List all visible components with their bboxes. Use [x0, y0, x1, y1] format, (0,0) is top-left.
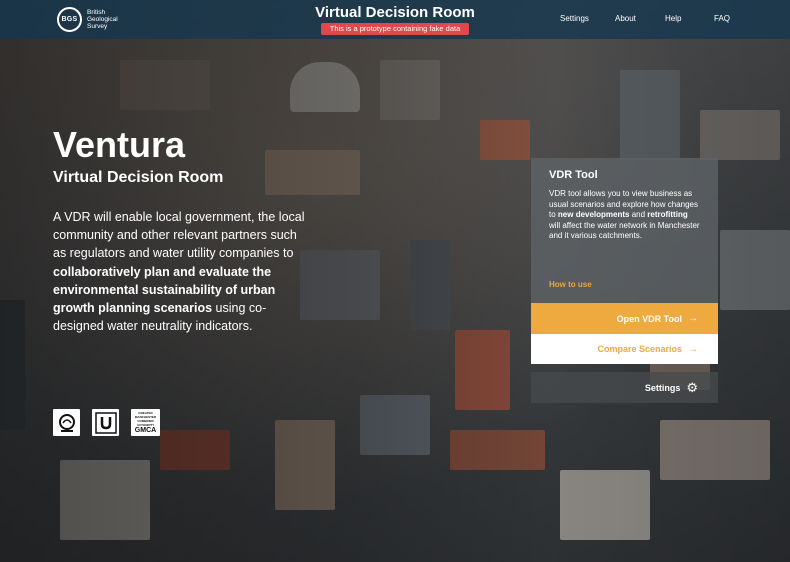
card-body: VDR tool allows you to view business as … [549, 189, 700, 240]
open-vdr-tool-button[interactable]: Open VDR Tool → [531, 303, 718, 334]
nav-help[interactable]: Help [665, 14, 681, 23]
vdr-tool-card: VDR Tool VDR tool allows you to view bus… [531, 158, 718, 303]
top-header: BGS British Geological Survey Virtual De… [0, 0, 790, 39]
gear-icon: ⚙ [686, 380, 698, 395]
settings-button[interactable]: Settings ⚙ [531, 372, 718, 403]
environment-agency-logo-icon [53, 409, 80, 436]
gmca-logo: GREATER MANCHESTER COMBINED AUTHORITY GM… [131, 409, 160, 436]
hero-description: A VDR will enable local government, the … [53, 210, 305, 334]
hero-title: Ventura [53, 124, 186, 165]
arrow-right-icon: → [688, 313, 698, 324]
arrow-right-icon: → [688, 343, 698, 355]
compare-scenarios-button[interactable]: Compare Scenarios → [531, 334, 718, 364]
card-title: VDR Tool [549, 169, 598, 181]
prototype-notice-badge: This is a prototype containing fake data [321, 23, 469, 35]
nav-faq[interactable]: FAQ [714, 14, 730, 23]
hero-subtitle: Virtual Decision Room [53, 169, 224, 186]
nav-about[interactable]: About [615, 14, 636, 23]
nav-settings[interactable]: Settings [560, 14, 589, 23]
partner-logos: GREATER MANCHESTER COMBINED AUTHORITY GM… [53, 409, 160, 436]
how-to-use-link[interactable]: How to use [549, 280, 592, 289]
united-utilities-logo-icon [92, 409, 119, 436]
